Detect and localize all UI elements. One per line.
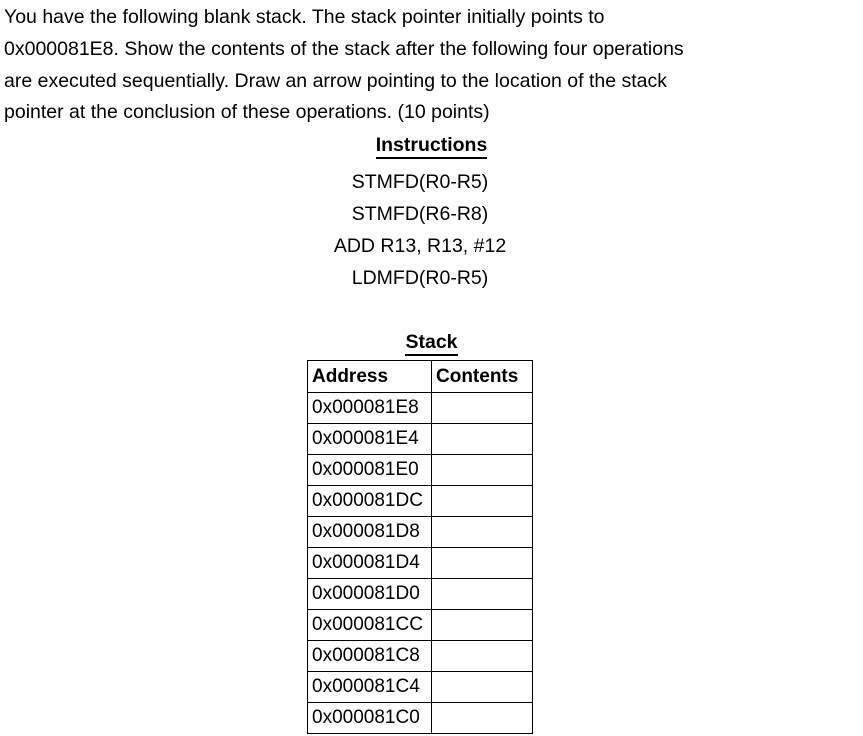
- table-header-row: Address Contents: [307, 360, 533, 393]
- stack-table-body: 0x000081E8 0x000081E4 0x000081E0 0x00008…: [307, 392, 533, 734]
- instruction-line-4: LDMFD(R0-R5): [351, 267, 489, 289]
- address-cell: 0x000081DC: [307, 485, 432, 517]
- table-row: 0x000081C8: [307, 640, 533, 672]
- table-row: 0x000081C0: [307, 702, 533, 734]
- prompt-line-4: pointer at the conclusion of these opera…: [4, 101, 490, 124]
- column-header-contents: Contents: [431, 360, 533, 393]
- contents-cell[interactable]: [431, 485, 533, 517]
- contents-cell[interactable]: [431, 609, 533, 641]
- prompt-line-2: 0x000081E8. Show the contents of the sta…: [4, 37, 684, 60]
- address-cell: 0x000081D0: [307, 578, 432, 610]
- address-cell: 0x000081C4: [307, 671, 432, 703]
- stack-table-container: Address Contents 0x000081E8 0x000081E4 0…: [307, 360, 533, 734]
- contents-cell[interactable]: [431, 423, 533, 455]
- contents-cell[interactable]: [431, 392, 533, 424]
- column-header-address: Address: [307, 360, 432, 393]
- contents-cell[interactable]: [431, 671, 533, 703]
- instruction-list: STMFD(R0-R5) STMFD(R6-R8) ADD R13, R13, …: [0, 166, 863, 294]
- stack-table: Address Contents 0x000081E8 0x000081E4 0…: [307, 360, 533, 734]
- address-cell: 0x000081D8: [307, 516, 432, 548]
- contents-cell[interactable]: [431, 640, 533, 672]
- address-cell: 0x000081E0: [307, 454, 432, 486]
- table-row: 0x000081D0: [307, 578, 533, 610]
- contents-cell[interactable]: [431, 578, 533, 610]
- address-cell: 0x000081D4: [307, 547, 432, 579]
- stack-heading-text: Stack: [405, 330, 458, 356]
- contents-cell[interactable]: [431, 702, 533, 734]
- instruction-line-2: STMFD(R6-R8): [351, 203, 489, 225]
- table-row: 0x000081E8: [307, 392, 533, 424]
- table-row: 0x000081DC: [307, 485, 533, 517]
- address-cell: 0x000081C0: [307, 702, 432, 734]
- instruction-line-1: STMFD(R0-R5): [351, 171, 489, 193]
- address-cell: 0x000081CC: [307, 609, 432, 641]
- table-row: 0x000081CC: [307, 609, 533, 641]
- contents-cell[interactable]: [431, 516, 533, 548]
- table-row: 0x000081E0: [307, 454, 533, 486]
- prompt-line-3: are executed sequentially. Draw an arrow…: [4, 69, 668, 92]
- table-row: 0x000081E4: [307, 423, 533, 455]
- address-cell: 0x000081E8: [307, 392, 432, 424]
- prompt-line-1: You have the following blank stack. The …: [4, 6, 605, 28]
- table-row: 0x000081D4: [307, 547, 533, 579]
- table-row: 0x000081C4: [307, 671, 533, 703]
- contents-cell[interactable]: [431, 547, 533, 579]
- address-cell: 0x000081C8: [307, 640, 432, 672]
- question-prompt: You have the following blank stack. The …: [4, 2, 854, 129]
- instructions-heading: Instructions: [0, 133, 863, 159]
- instruction-line-3: ADD R13, R13, #12: [333, 235, 507, 257]
- table-row: 0x000081D8: [307, 516, 533, 548]
- instructions-heading-text: Instructions: [375, 133, 488, 159]
- stack-heading: Stack: [0, 330, 863, 356]
- address-cell: 0x000081E4: [307, 423, 432, 455]
- contents-cell[interactable]: [431, 454, 533, 486]
